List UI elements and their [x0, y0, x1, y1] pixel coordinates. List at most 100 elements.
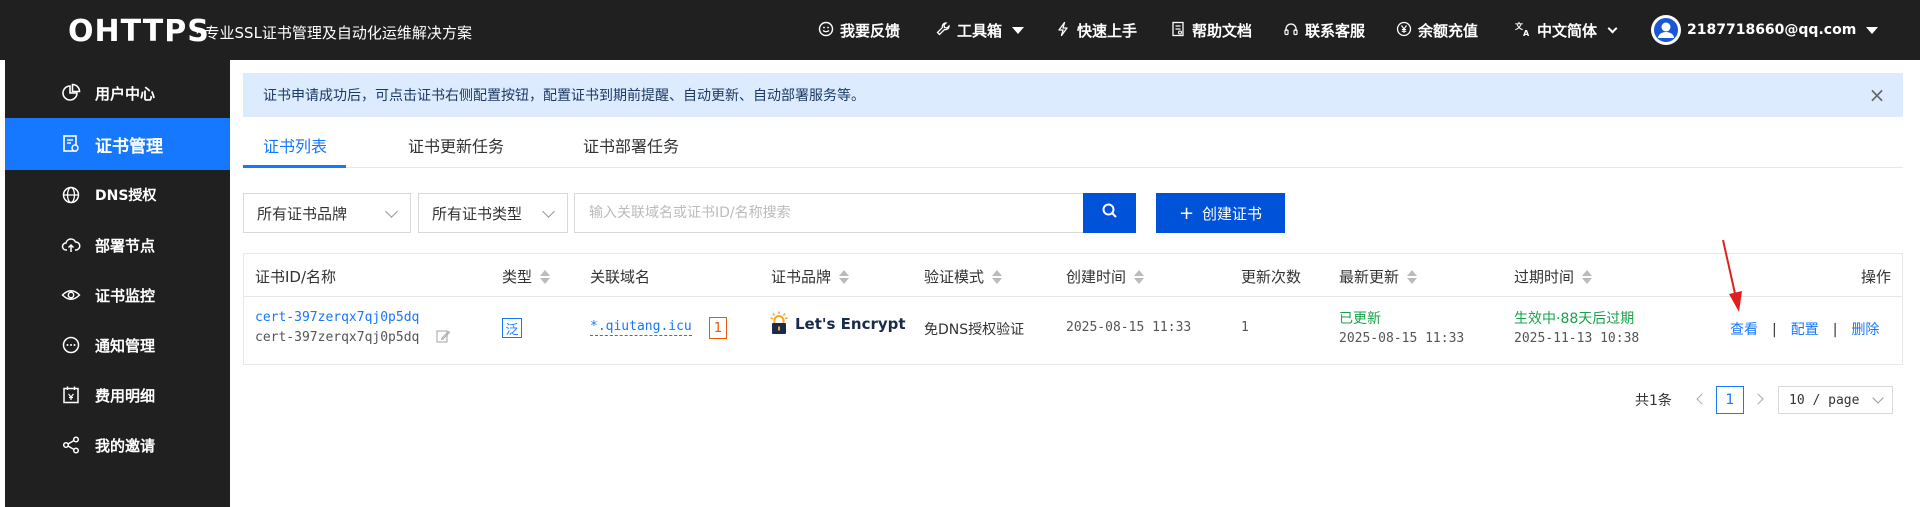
col-brand[interactable]: 证书品牌 — [771, 266, 850, 287]
cert-table: 证书ID/名称 类型 关联域名 证书品牌 验证模式 创建时间 更新次数 最新更新… — [243, 253, 1903, 365]
sidebar-item-label: 证书监控 — [95, 286, 156, 305]
top-header: OHTTPS · 专业SSL证书管理及自动化运维解决方案 我要反馈 工具箱 快速… — [0, 0, 1920, 60]
edit-icon[interactable] — [436, 329, 450, 343]
prev-page-icon[interactable] — [1696, 393, 1708, 405]
sidebar-item-deploy-nodes[interactable]: 部署节点 — [5, 220, 230, 270]
wrench-icon — [935, 21, 951, 41]
sidebar-item-label: 用户中心 — [95, 84, 156, 103]
latest-update-status: 已更新 — [1339, 311, 1381, 327]
col-verify-mode[interactable]: 验证模式 — [924, 266, 1003, 287]
sort-icon — [839, 269, 850, 284]
chevron-down-icon — [1866, 26, 1879, 34]
verify-mode: 免DNS授权验证 — [924, 322, 1025, 338]
sidebar-item-label: 费用明细 — [95, 386, 156, 405]
nav-docs[interactable]: 帮助文档 — [1170, 20, 1252, 41]
smile-icon — [818, 21, 834, 41]
pie-chart-icon — [61, 83, 81, 103]
sidebar-item-notifications[interactable]: 通知管理 — [5, 320, 230, 370]
bolt-icon — [1055, 21, 1071, 41]
sidebar-item-billing[interactable]: 费用明细 — [5, 370, 230, 420]
col-label: 创建时间 — [1066, 268, 1127, 286]
nav-quickstart-label: 快速上手 — [1077, 22, 1138, 40]
sidebar-item-dns-auth[interactable]: DNS授权 — [5, 170, 230, 220]
active-tab-indicator — [243, 165, 346, 168]
next-page-icon[interactable] — [1752, 393, 1764, 405]
col-expire[interactable]: 过期时间 — [1514, 266, 1593, 287]
col-label: 验证模式 — [924, 268, 985, 286]
tab-cert-deploy-tasks[interactable]: 证书部署任务 — [583, 133, 679, 157]
language-label: 中文简体 — [1537, 22, 1598, 40]
page-size-select[interactable]: 10 / page — [1778, 386, 1893, 414]
col-label: 操作 — [1861, 268, 1892, 286]
sort-icon — [992, 269, 1003, 284]
search-button[interactable] — [1083, 193, 1136, 233]
sort-icon — [1134, 269, 1145, 284]
tab-bar: 证书列表 证书更新任务 证书部署任务 — [243, 125, 1903, 168]
cert-name: cert-397zerqx7qj0p5dq — [255, 330, 420, 345]
page-button[interactable]: 1 — [1716, 386, 1744, 414]
nav-docs-label: 帮助文档 — [1192, 22, 1253, 40]
domain-link[interactable]: *.qiutang.icu — [590, 319, 692, 336]
yen-icon — [1396, 21, 1412, 41]
language-switcher[interactable]: 文A 中文简体 — [1515, 20, 1618, 41]
view-button[interactable]: 查看 — [1730, 322, 1758, 338]
nav-recharge[interactable]: 余额充值 — [1396, 20, 1478, 41]
brand-select-value: 所有证书品牌 — [257, 204, 348, 223]
user-menu[interactable]: 2187718660@qq.com — [1651, 15, 1879, 45]
page-size-value: 10 / page — [1789, 392, 1860, 408]
nav-toolbox[interactable]: 工具箱 — [935, 20, 1025, 41]
tab-cert-list[interactable]: 证书列表 — [263, 133, 327, 157]
nav-support-label: 联系客服 — [1305, 22, 1366, 40]
padlock-sun-icon — [770, 311, 788, 334]
nav-feedback[interactable]: 我要反馈 — [818, 20, 900, 41]
table-header: 证书ID/名称 类型 关联域名 证书品牌 验证模式 创建时间 更新次数 最新更新… — [244, 254, 1902, 297]
close-icon[interactable]: × — [1867, 85, 1887, 105]
sidebar-item-invites[interactable]: 我的邀请 — [5, 420, 230, 470]
sidebar: 用户中心 证书管理 DNS授权 部署节点 证书监控 通知管理 费用明细 我的邀请 — [5, 60, 230, 507]
col-label: 关联域名 — [590, 268, 651, 286]
create-cert-button[interactable]: + 创建证书 — [1156, 193, 1285, 233]
chevron-down-icon — [1012, 27, 1025, 34]
col-latest-update[interactable]: 最新更新 — [1339, 266, 1418, 287]
sort-icon — [1582, 269, 1593, 284]
brand-select[interactable]: 所有证书品牌 — [243, 193, 411, 233]
col-type[interactable]: 类型 — [502, 266, 551, 287]
col-created[interactable]: 创建时间 — [1066, 266, 1145, 287]
type-select[interactable]: 所有证书类型 — [418, 193, 568, 233]
configure-button[interactable]: 配置 — [1791, 322, 1819, 338]
domain-count-badge[interactable]: 1 — [709, 317, 727, 339]
logo[interactable]: OHTTPS — [68, 14, 210, 49]
delete-button[interactable]: 删除 — [1851, 322, 1879, 338]
search-icon — [1101, 202, 1119, 224]
cert-id-link[interactable]: cert-397zerqx7qj0p5dq — [255, 310, 419, 325]
translate-icon: 文A — [1515, 21, 1531, 41]
latest-update-time: 2025-08-15 11:33 — [1339, 331, 1465, 346]
doc-icon — [1170, 21, 1186, 41]
logo-tagline: · 专业SSL证书管理及自动化运维解决方案 — [195, 24, 472, 42]
col-label: 最新更新 — [1339, 268, 1400, 286]
type-select-value: 所有证书类型 — [432, 204, 523, 223]
annotation-arrow-icon — [1722, 239, 1742, 312]
created-time: 2025-08-15 11:33 — [1066, 320, 1192, 335]
eye-icon — [61, 285, 81, 305]
tab-cert-update-tasks[interactable]: 证书更新任务 — [408, 133, 504, 157]
nav-toolbox-label: 工具箱 — [957, 22, 1003, 40]
calendar-icon — [61, 385, 81, 405]
row-actions: 查看 | 配置 | 删除 — [1730, 319, 1879, 339]
col-label: 过期时间 — [1514, 268, 1575, 286]
nav-quickstart[interactable]: 快速上手 — [1055, 20, 1137, 41]
certificate-icon — [61, 134, 81, 154]
action-separator: | — [1832, 322, 1838, 338]
update-count: 1 — [1241, 320, 1249, 335]
sort-icon — [1407, 269, 1418, 284]
col-cert-id: 证书ID/名称 — [255, 266, 336, 287]
svg-text:A: A — [1523, 29, 1530, 37]
sidebar-item-cert-management[interactable]: 证书管理 — [5, 118, 230, 170]
nav-support[interactable]: 联系客服 — [1283, 20, 1365, 41]
sidebar-item-user-center[interactable]: 用户中心 — [5, 68, 230, 118]
col-label: 类型 — [502, 268, 533, 286]
sidebar-item-cert-monitor[interactable]: 证书监控 — [5, 270, 230, 320]
expire-status: 生效中·88天后过期 — [1514, 311, 1635, 327]
search-input[interactable] — [574, 193, 1084, 233]
letsencrypt-logo: Let's Encrypt — [769, 311, 906, 337]
